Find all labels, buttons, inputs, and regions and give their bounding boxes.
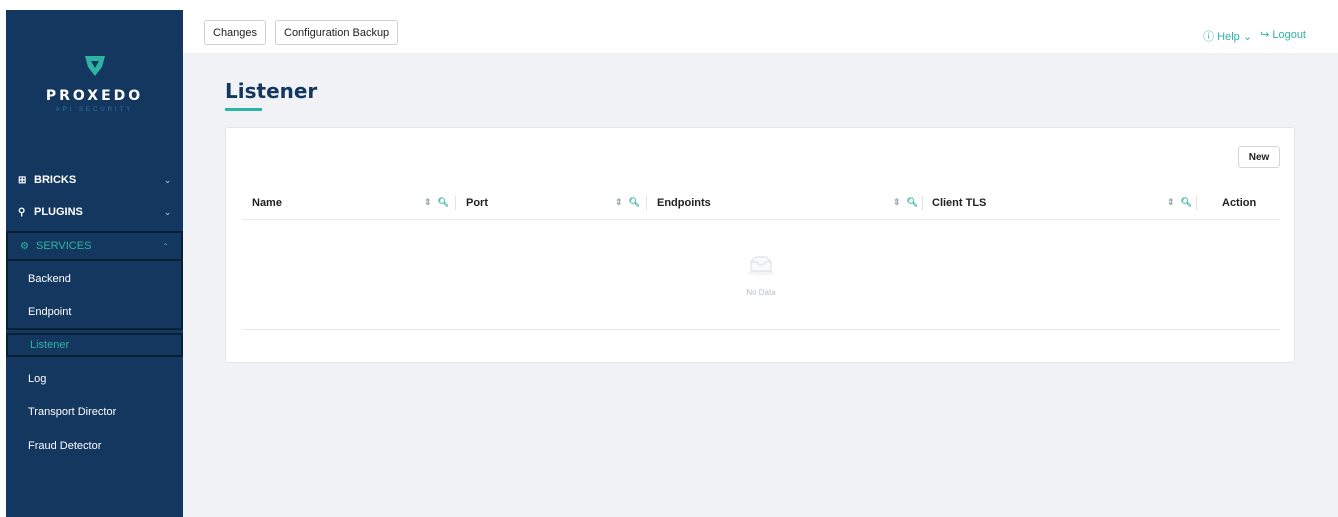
column-header-client-tls[interactable]: Client TLS xyxy=(932,186,986,220)
logout-link[interactable]: ↪ Logout xyxy=(1260,28,1306,44)
listener-card: New Name ⇕ 🔍︎ Port ⇕ 🔍︎ Endpoints ⇕ 🔍︎ Clie… xyxy=(225,127,1295,363)
brand-name: PROXEDO xyxy=(45,88,144,104)
chevron-up-icon: ⌃ xyxy=(162,241,169,251)
configuration-backup-button[interactable]: Configuration Backup xyxy=(275,20,399,45)
sidebar-item-label: Log xyxy=(28,373,47,385)
header-actions: ⓘ Help ⌄ ↪ Logout xyxy=(1203,28,1306,44)
search-icon[interactable]: 🔍︎ xyxy=(907,197,918,208)
main-content: Listener New Name ⇕ 🔍︎ Port ⇕ 🔍︎ Endpoints… xyxy=(183,53,1338,517)
proxedo-logo-icon xyxy=(84,56,105,76)
sidebar-group-label: PLUGINS xyxy=(34,206,83,218)
sort-icon[interactable]: ⇕ xyxy=(893,197,901,208)
sidebar-group-label: SERVICES xyxy=(36,240,92,252)
sidebar-item-backend[interactable]: Backend xyxy=(6,267,183,291)
column-tools: ⇕ 🔍︎ xyxy=(424,197,449,208)
sidebar-group-bricks[interactable]: ⊞ BRICKS ⌄ xyxy=(6,165,183,195)
search-icon[interactable]: 🔍︎ xyxy=(438,197,449,208)
table-header: Name ⇕ 🔍︎ Port ⇕ 🔍︎ Endpoints ⇕ 🔍︎ Client T… xyxy=(242,186,1280,220)
sidebar-item-transport-director[interactable]: Transport Director xyxy=(6,400,183,424)
chevron-down-icon: ⌄ xyxy=(164,175,171,185)
sort-icon[interactable]: ⇕ xyxy=(424,197,432,208)
new-button[interactable]: New xyxy=(1238,146,1280,168)
sidebar-item-label: Backend xyxy=(28,273,71,285)
sidebar-item-log[interactable]: Log xyxy=(6,367,183,391)
column-header-port[interactable]: Port xyxy=(466,186,488,220)
column-tools: ⇕ 🔍︎ xyxy=(1167,197,1192,208)
sidebar-item-fraud-detector[interactable]: Fraud Detector xyxy=(6,434,183,458)
search-icon[interactable]: 🔍︎ xyxy=(1181,197,1192,208)
sidebar: PROXEDO API SECURITY ⊞ BRICKS ⌄ ⚲ PLUGIN… xyxy=(6,10,183,517)
brand-logo[interactable]: PROXEDO API SECURITY xyxy=(6,52,183,113)
changes-button[interactable]: Changes xyxy=(204,20,267,45)
column-divider xyxy=(922,196,923,210)
empty-inbox-icon xyxy=(748,256,774,276)
grid-icon: ⊞ xyxy=(18,174,27,186)
top-bar: Changes Configuration Backup ⓘ Help ⌄ ↪ … xyxy=(183,0,1338,53)
help-circle-icon: ⓘ xyxy=(1203,31,1215,43)
sidebar-group-services[interactable]: ⚙ SERVICES ⌃ xyxy=(6,231,183,261)
title-underline xyxy=(225,108,262,111)
sidebar-item-endpoint[interactable]: Endpoint xyxy=(6,300,183,324)
sort-icon[interactable]: ⇕ xyxy=(615,197,623,208)
sidebar-group-plugins[interactable]: ⚲ PLUGINS ⌄ xyxy=(6,197,183,227)
table-empty-state: No Data xyxy=(242,220,1280,330)
column-header-action: Action xyxy=(1222,197,1257,209)
sidebar-item-label: Endpoint xyxy=(28,306,72,318)
sidebar-group-label: BRICKS xyxy=(34,174,77,186)
column-header-name[interactable]: Name xyxy=(252,186,282,220)
sidebar-item-label: Fraud Detector xyxy=(28,440,102,452)
sidebar-item-label: Listener xyxy=(30,339,70,351)
sidebar-item-label: Transport Director xyxy=(28,406,117,418)
chevron-down-icon: ⌄ xyxy=(1242,31,1253,43)
column-tools: ⇕ 🔍︎ xyxy=(893,197,918,208)
brand-tagline: API SECURITY xyxy=(55,107,134,113)
help-label: Help xyxy=(1217,31,1240,43)
search-icon[interactable]: 🔍︎ xyxy=(629,197,640,208)
logout-icon: ↪ xyxy=(1260,29,1270,41)
chevron-down-icon: ⌄ xyxy=(164,207,171,217)
column-header-endpoints[interactable]: Endpoints xyxy=(657,186,711,220)
column-divider xyxy=(455,196,456,210)
sidebar-item-listener[interactable]: Listener xyxy=(6,333,183,357)
column-divider xyxy=(1196,196,1197,210)
logout-label: Logout xyxy=(1272,29,1306,41)
column-divider xyxy=(646,196,647,210)
plug-icon: ⚲ xyxy=(18,206,26,218)
help-menu[interactable]: ⓘ Help ⌄ xyxy=(1203,28,1252,44)
column-tools: ⇕ 🔍︎ xyxy=(615,197,640,208)
page-title: Listener xyxy=(225,79,318,103)
gear-icon: ⚙ xyxy=(20,240,29,252)
empty-text: No Data xyxy=(746,288,776,297)
sort-icon[interactable]: ⇕ xyxy=(1167,197,1175,208)
